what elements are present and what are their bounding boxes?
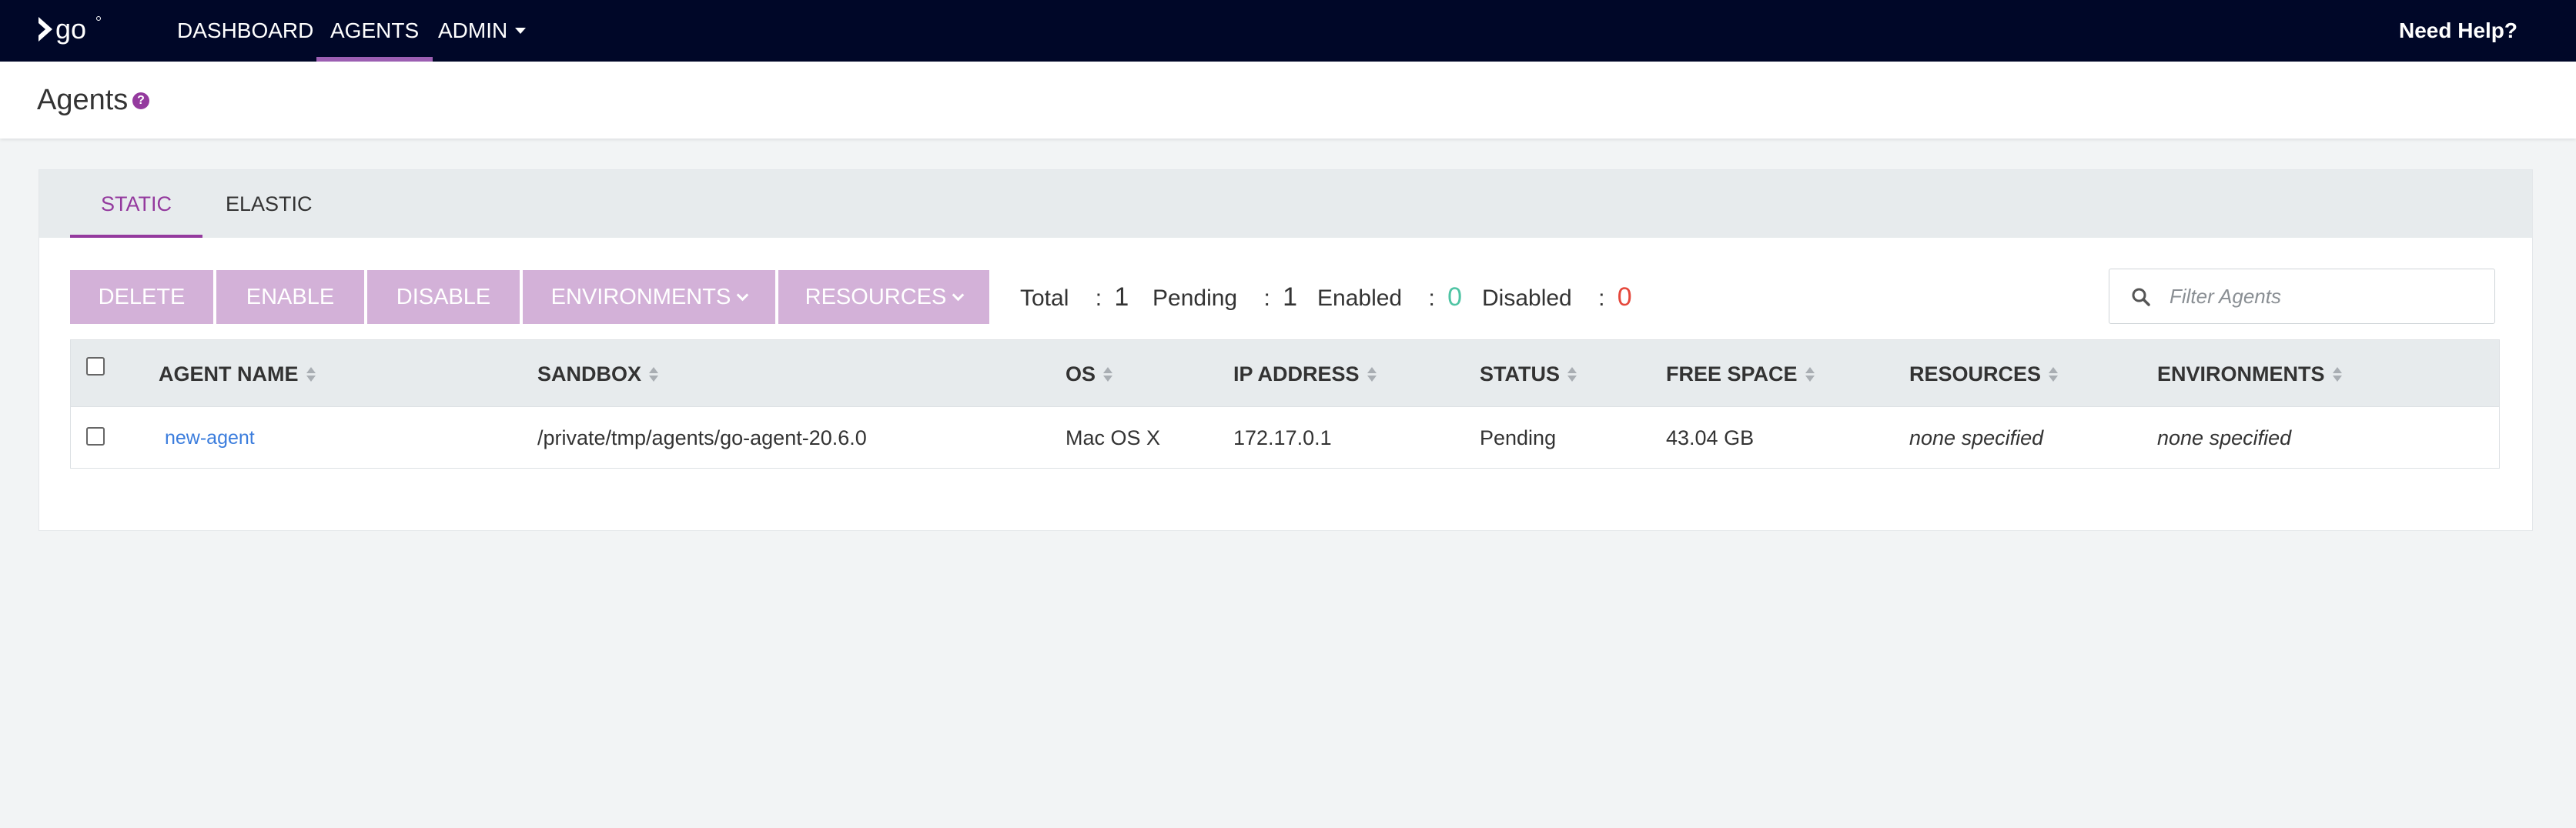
disabled-label: Disabled [1482,285,1572,311]
pending-separator: : [1263,285,1270,311]
row-select-checkbox[interactable] [86,427,105,446]
pending-value: 1 [1283,282,1298,312]
col-ip-address-label: IP ADDRESS [1233,362,1360,386]
environments-button-label: ENVIRONMENTS [550,285,731,309]
search-icon [2132,288,2150,306]
tab-bar: STATIC ELASTIC [39,170,2532,238]
gocd-logo[interactable]: go [37,12,106,48]
sort-icon[interactable] [2049,367,2059,384]
total-separator: : [1095,285,1102,311]
col-resources-label: RESOURCES [1909,362,2042,386]
total-label: Total [1020,285,1069,311]
sort-icon[interactable] [1367,367,1377,384]
enable-button[interactable]: ENABLE [216,270,364,324]
status-cell: Pending [1480,426,1557,449]
total-count: Total : 1 [1020,270,1129,324]
free-space-cell: 43.04 GB [1666,426,1755,449]
enabled-value: 0 [1447,282,1463,312]
sort-icon[interactable] [306,367,316,384]
disable-button-label: DISABLE [396,285,491,309]
col-agent-name-label: AGENT NAME [159,362,299,386]
sort-icon[interactable] [1103,367,1113,384]
os-cell: Mac OS X [1066,426,1161,449]
chevron-down-icon [737,289,749,302]
environments-dropdown-button[interactable]: ENVIRONMENTS [523,270,775,324]
sort-icon[interactable] [1805,367,1815,384]
filter-agents-field[interactable] [2109,269,2495,324]
tab-static[interactable]: STATIC [70,170,202,238]
enabled-label: Enabled [1317,285,1403,311]
col-status[interactable]: STATUS [1480,340,1577,408]
disabled-value: 0 [1617,282,1632,312]
col-os[interactable]: OS [1066,340,1113,408]
delete-button[interactable]: DELETE [70,270,213,324]
sort-icon[interactable] [1567,367,1577,384]
logo-text: go [55,13,86,45]
enabled-separator: : [1428,285,1435,311]
environments-cell: none specified [2157,426,2292,449]
need-help-link[interactable]: Need Help? [2399,0,2517,62]
table-row: new-agent /private/tmp/agents/go-agent-2… [70,407,2500,469]
nav-dashboard[interactable]: DASHBOARD [177,0,313,62]
nav-agents-label: AGENTS [330,18,420,42]
col-environments[interactable]: ENVIRONMENTS [2157,340,2342,408]
col-ip-address[interactable]: IP ADDRESS [1233,340,1377,408]
go-logo-icon: go [38,13,101,45]
total-value: 1 [1114,282,1129,312]
filter-agents-input[interactable] [2170,269,2477,323]
nav-agents[interactable]: AGENTS [316,0,433,62]
page-header: Agents ? [0,62,2576,139]
col-resources[interactable]: RESOURCES [1909,340,2059,408]
nav-dashboard-label: DASHBOARD [177,18,314,42]
col-sandbox-label: SANDBOX [537,362,642,386]
disable-button[interactable]: DISABLE [367,270,520,324]
col-os-label: OS [1066,362,1096,386]
nav-admin[interactable]: ADMIN [438,0,527,62]
resources-dropdown-button[interactable]: RESOURCES [778,270,989,324]
sandbox-cell: /private/tmp/agents/go-agent-20.6.0 [537,426,867,449]
col-status-label: STATUS [1480,362,1560,386]
sort-icon[interactable] [2332,367,2342,384]
tab-elastic[interactable]: ELASTIC [226,170,313,238]
col-free-space[interactable]: FREE SPACE [1666,340,1815,408]
sort-icon[interactable] [649,367,659,384]
agents-panel: STATIC ELASTIC DELETE ENABLE DISABLE ENV… [38,169,2533,531]
col-sandbox[interactable]: SANDBOX [537,340,659,408]
select-all-checkbox[interactable] [86,357,105,376]
agents-table-header: AGENT NAME SANDBOX OS IP ADDRESS STATUS … [70,339,2500,407]
enabled-count: Enabled : 0 [1317,270,1462,324]
page-title: Agents [37,84,129,116]
ip-address-cell: 172.17.0.1 [1233,426,1332,449]
disabled-count: Disabled : 0 [1482,270,1632,324]
resources-cell: none specified [1909,426,2044,449]
agent-name-link[interactable]: new-agent [165,407,255,469]
disabled-separator: : [1598,285,1605,311]
nav-admin-label: ADMIN [438,18,508,42]
pending-count: Pending : 1 [1153,270,1297,324]
col-agent-name[interactable]: AGENT NAME [159,340,316,408]
pending-label: Pending [1153,285,1238,311]
col-environments-label: ENVIRONMENTS [2157,362,2325,386]
resources-button-label: RESOURCES [805,285,947,309]
top-navbar: go DASHBOARD AGENTS ADMIN Need Help? [0,0,2576,62]
question-circle-icon[interactable]: ? [132,92,149,109]
chevron-down-icon [952,289,965,302]
delete-button-label: DELETE [98,285,186,309]
chevron-down-icon [515,27,527,34]
col-free-space-label: FREE SPACE [1666,362,1798,386]
enable-button-label: ENABLE [246,285,335,309]
